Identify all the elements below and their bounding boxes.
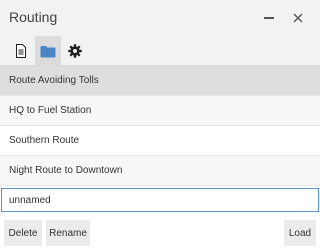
- gear-icon: [68, 44, 82, 58]
- load-button[interactable]: Load: [284, 220, 316, 246]
- route-item[interactable]: HQ to Fuel Station: [0, 96, 320, 126]
- route-item[interactable]: Southern Route: [0, 126, 320, 156]
- tab-settings[interactable]: [62, 36, 88, 66]
- title-bar: Routing: [0, 0, 320, 36]
- delete-button[interactable]: Delete: [4, 220, 42, 246]
- close-icon: [293, 13, 303, 23]
- minimize-icon: [264, 17, 274, 19]
- route-name-input[interactable]: [1, 188, 319, 212]
- route-item[interactable]: Route Avoiding Tolls: [0, 66, 320, 96]
- route-list: Route Avoiding Tolls HQ to Fuel Station …: [0, 66, 320, 186]
- tab-folder[interactable]: [35, 36, 61, 66]
- close-button[interactable]: [288, 8, 308, 28]
- window-title: Routing: [9, 9, 58, 25]
- tab-bar: [0, 36, 320, 66]
- tab-document[interactable]: [8, 36, 34, 66]
- minimize-button[interactable]: [259, 8, 279, 28]
- folder-icon: [40, 45, 56, 57]
- route-item[interactable]: Night Route to Downtown: [0, 156, 320, 186]
- document-icon: [16, 44, 26, 58]
- rename-button[interactable]: Rename: [46, 220, 90, 246]
